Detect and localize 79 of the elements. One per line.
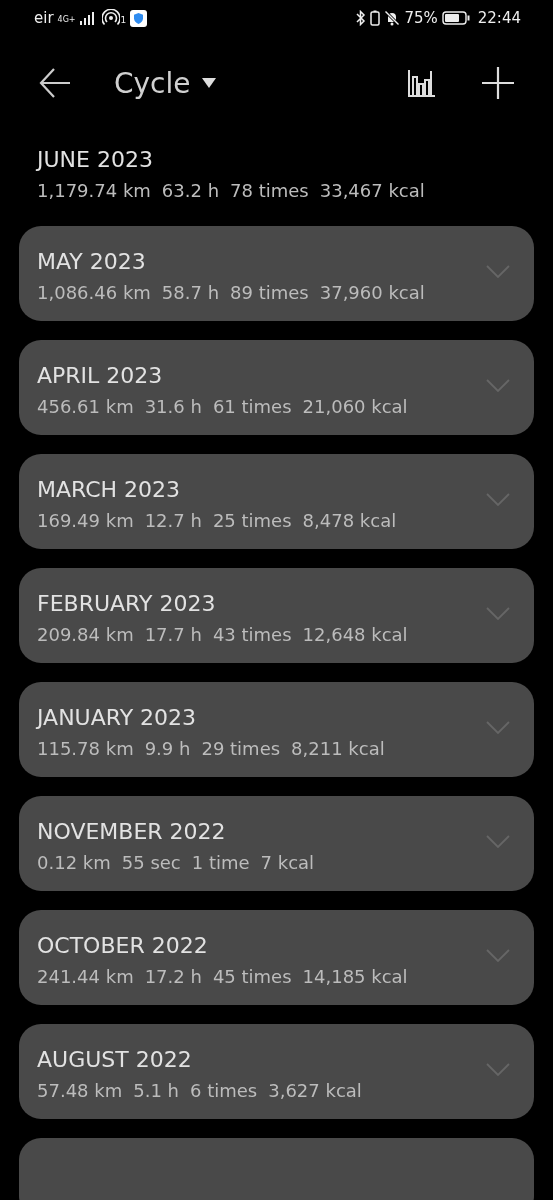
stat-value: 0.12 km (37, 851, 111, 875)
hotspot-count: 1 (120, 15, 127, 25)
stat-value: 31.6 h (144, 395, 202, 419)
month-title: JANUARY 2023 (37, 704, 198, 732)
month-title: OCTOBER 2022 (37, 932, 209, 960)
bluetooth-icon (356, 10, 367, 26)
chevron-down-icon[interactable] (486, 721, 510, 735)
stat-value: 209.84 km (37, 623, 134, 647)
chevron-down-icon[interactable] (486, 949, 510, 963)
chevron-down-icon[interactable] (486, 835, 510, 849)
stat-value: 1,086.46 km (37, 281, 151, 305)
stat-value: 89 times (230, 281, 309, 305)
stat-value: 17.2 h (144, 965, 202, 989)
bar-chart-icon[interactable] (407, 69, 435, 97)
stat-value: 7 kcal (260, 851, 315, 875)
chevron-down-icon[interactable] (486, 265, 510, 279)
stat-value: 169.49 km (37, 509, 134, 533)
chevron-down-icon[interactable] (486, 1063, 510, 1077)
stat-value: 8,478 kcal (302, 509, 397, 533)
stat-value: 456.61 km (37, 395, 134, 419)
stat-value: 12.7 h (144, 509, 202, 533)
month-card[interactable]: APRIL 2023 456.61 km 31.6 h 61 times 21,060 kcal (19, 340, 534, 435)
battery-percent: 75% (404, 9, 438, 27)
stat-value: 21,060 kcal (302, 395, 408, 419)
sport-type-dropdown[interactable]: Cycle (114, 66, 191, 100)
month-title: AUGUST 2022 (37, 1046, 193, 1074)
network-label: 4G+ (57, 15, 76, 24)
stat-value: 43 times (212, 623, 292, 647)
stat-value: 37,960 kcal (319, 281, 425, 305)
hotspot-icon (101, 9, 120, 27)
month-title: FEBRUARY 2023 (37, 590, 217, 618)
month-title: JUNE 2023 (37, 146, 154, 174)
month-card[interactable]: MAY 2023 1,086.46 km 58.7 h 89 times 37,960 kcal (19, 226, 534, 321)
month-title: MARCH 2023 (37, 476, 182, 504)
month-title: APRIL 2023 (37, 362, 164, 390)
chevron-down-icon[interactable] (486, 607, 510, 621)
stat-value: 61 times (212, 395, 292, 419)
carrier-label: eir (34, 9, 54, 27)
stat-value: 14,185 kcal (302, 965, 408, 989)
month-card[interactable]: MARCH 2023 169.49 km 12.7 h 25 times 8,478 kcal (19, 454, 534, 549)
stat-value: 241.44 km (37, 965, 134, 989)
chevron-down-icon[interactable] (486, 493, 510, 507)
stat-value: 63.2 h (161, 179, 220, 203)
stat-value: 57.48 km (37, 1079, 123, 1103)
battery-icon (441, 11, 470, 25)
stat-value: 1,179.74 km (37, 179, 151, 203)
stat-value: 9.9 h (144, 737, 191, 761)
month-card[interactable]: FEBRUARY 2023 209.84 km 17.7 h 43 times 12,648 kcal (19, 568, 534, 663)
stat-value: 33,467 kcal (319, 179, 425, 203)
month-card[interactable]: NOVEMBER 2022 0.12 km 55 sec 1 time 7 kcal (19, 796, 534, 891)
month-card[interactable]: JANUARY 2023 115.78 km 9.9 h 29 times 8,211 kcal (19, 682, 534, 777)
stat-value: 55 sec (121, 851, 181, 875)
shield-icon (130, 9, 148, 27)
caret-icon[interactable] (200, 77, 217, 89)
stat-value: 3,627 kcal (268, 1079, 362, 1103)
back-arrow-icon[interactable] (38, 66, 72, 100)
stat-value: 5.1 h (133, 1079, 179, 1103)
month-title: MAY 2023 (37, 248, 147, 276)
stat-value: 29 times (201, 737, 281, 761)
bell-muted-icon (384, 10, 401, 26)
stat-value: 8,211 kcal (291, 737, 385, 761)
add-icon[interactable] (481, 66, 515, 100)
stat-value: 12,648 kcal (302, 623, 408, 647)
vibrate-icon (370, 10, 381, 26)
stat-value: 115.78 km (37, 737, 134, 761)
stat-value: 17.7 h (144, 623, 202, 647)
stat-value: 6 times (190, 1079, 258, 1103)
month-card[interactable]: OCTOBER 2022 241.44 km 17.2 h 45 times 14,185 kcal (19, 910, 534, 1005)
chevron-down-icon[interactable] (486, 379, 510, 393)
stat-value: 45 times (212, 965, 292, 989)
clock-time: 22:44 (477, 9, 521, 27)
month-summary[interactable]: JUNE 2023 1,179.74 km 63.2 h 78 times 33,467 kcal (19, 130, 534, 207)
month-card[interactable] (19, 1138, 534, 1200)
stat-value: 1 time (191, 851, 250, 875)
stat-value: 25 times (212, 509, 292, 533)
stat-value: 58.7 h (161, 281, 220, 305)
stat-value: 78 times (230, 179, 309, 203)
month-card[interactable]: AUGUST 2022 57.48 km 5.1 h 6 times 3,627 kcal (19, 1024, 534, 1119)
month-title: NOVEMBER 2022 (37, 818, 227, 846)
